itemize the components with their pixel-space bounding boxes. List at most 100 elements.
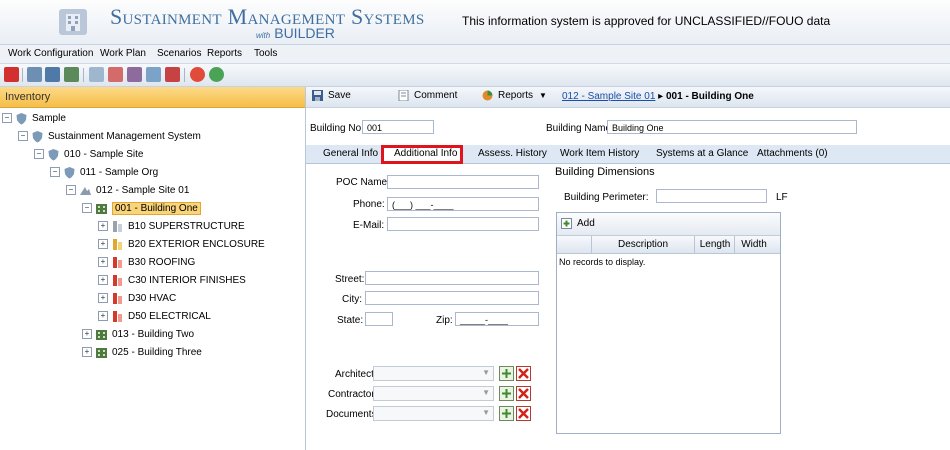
expand-icon[interactable]: + (98, 239, 108, 250)
building-no-field[interactable]: 001 (362, 120, 434, 134)
tree-node[interactable]: + B30 ROOFING (98, 254, 195, 272)
classification-banner: This information system is approved for … (462, 14, 831, 28)
building-add-icon[interactable] (27, 67, 42, 82)
tree-node[interactable]: + D50 ELECTRICAL (98, 308, 211, 326)
tab-systems-at-a-glance[interactable]: Systems at a Glance (656, 148, 748, 159)
menu-scenarios[interactable]: Scenarios (157, 48, 201, 59)
menu-reports[interactable]: Reports (207, 48, 242, 59)
expand-icon[interactable]: + (98, 257, 108, 268)
tree-node[interactable]: − 010 - Sample Site (34, 146, 144, 164)
tree-node-label: 012 - Sample Site 01 (96, 185, 190, 196)
breadcrumb-separator: ▸ (658, 91, 664, 102)
refresh-icon[interactable] (209, 67, 224, 82)
tab-general-info[interactable]: General Info (323, 148, 378, 159)
tree-node[interactable]: + B20 EXTERIOR ENCLOSURE (98, 236, 265, 254)
content-panel: Save Comment Reports ▼ 012 - Sample Site … (306, 87, 950, 450)
chart-icon[interactable] (64, 67, 79, 82)
tree-node[interactable]: + C30 INTERIOR FINISHES (98, 272, 246, 290)
collapse-icon[interactable]: − (34, 149, 44, 160)
tree-node[interactable]: + B10 SUPERSTRUCTURE (98, 218, 245, 236)
architect-label: Architect: (335, 369, 377, 380)
building-perimeter-field[interactable] (656, 189, 767, 203)
component-icon[interactable] (108, 67, 123, 82)
expand-icon[interactable]: + (98, 221, 108, 232)
add-dimension-label: Add (577, 218, 595, 229)
email-field[interactable] (387, 217, 539, 231)
column-width[interactable]: Width (734, 236, 773, 253)
toolbar-separator (22, 68, 23, 82)
tree-node[interactable]: − Sample (2, 110, 66, 128)
menu-tools[interactable]: Tools (254, 48, 277, 59)
add-icon[interactable] (499, 366, 514, 381)
delete-icon[interactable] (516, 406, 531, 421)
tree-node-label: 010 - Sample Site (64, 149, 144, 160)
delete-icon[interactable] (516, 386, 531, 401)
collapse-icon[interactable]: − (82, 203, 92, 214)
menu-work-plan[interactable]: Work Plan (100, 48, 146, 59)
email-label: E-Mail: (353, 220, 385, 231)
comment-icon (398, 90, 409, 101)
documents-select[interactable]: ▼ (373, 406, 494, 421)
add-dimension-button[interactable]: Add (561, 217, 595, 229)
expand-icon[interactable]: + (98, 293, 108, 304)
column-description[interactable]: Description (591, 236, 694, 253)
collapse-icon[interactable]: − (66, 185, 76, 196)
phone-field[interactable]: (___) ___-____ (387, 197, 539, 211)
tree-node[interactable]: − 011 - Sample Org (50, 164, 158, 182)
zip-field[interactable]: _____-____ (455, 312, 539, 326)
save-button[interactable]: Save (312, 90, 351, 101)
grid-toolbar: Add (557, 213, 780, 236)
inventory-panel: Inventory − Sample − Sustainment Managemen… (0, 87, 306, 450)
expand-icon[interactable]: + (98, 311, 108, 322)
expand-icon[interactable]: + (98, 275, 108, 286)
target-icon[interactable] (190, 67, 205, 82)
building-name-field[interactable]: Building One (607, 120, 857, 134)
tree-node-label: D50 ELECTRICAL (128, 311, 211, 322)
chevron-down-icon: ▼ (482, 368, 490, 377)
add-icon[interactable] (499, 406, 514, 421)
building-remove-icon[interactable] (45, 67, 60, 82)
architect-select[interactable]: ▼ (373, 366, 494, 381)
menu-work-configuration[interactable]: Work Configuration (8, 48, 93, 59)
collapse-icon[interactable]: − (2, 113, 12, 124)
delete-icon[interactable] (165, 67, 180, 82)
tree-node[interactable]: − Sustainment Management System (18, 128, 201, 146)
city-field[interactable] (365, 291, 539, 305)
tree-node-label: D30 HVAC (128, 293, 177, 304)
app-subtitle-with: with (256, 31, 271, 40)
contractor-select[interactable]: ▼ (373, 386, 494, 401)
street-field[interactable] (365, 271, 539, 285)
breadcrumb-link-site[interactable]: 012 - Sample Site 01 (562, 91, 655, 102)
tab-additional-info[interactable]: Additional Info (394, 148, 457, 159)
toolbar-separator (184, 68, 185, 82)
tree-node-label: 001 - Building One (112, 202, 201, 215)
tree-node[interactable]: + D30 HVAC (98, 290, 176, 308)
state-field[interactable] (365, 312, 393, 326)
contractor-label: Contractor: (328, 389, 378, 400)
copy-icon[interactable] (146, 67, 161, 82)
comment-button[interactable]: Comment (398, 90, 457, 101)
tree-node-selected[interactable]: − 001 - Building One (82, 200, 201, 218)
tree-node[interactable]: +025 - Building Three (82, 344, 202, 362)
grid-empty-message: No records to display. (559, 257, 646, 267)
collapse-icon[interactable]: − (50, 167, 60, 178)
expand-icon[interactable]: + (82, 329, 92, 340)
expand-icon[interactable]: + (82, 347, 92, 358)
reports-dropdown[interactable]: Reports ▼ (482, 90, 547, 101)
chevron-down-icon: ▼ (482, 388, 490, 397)
column-length[interactable]: Length (694, 236, 735, 253)
add-icon[interactable] (499, 386, 514, 401)
tab-work-item-history[interactable]: Work Item History (560, 148, 639, 159)
tree-node[interactable]: − 012 - Sample Site 01 (66, 182, 189, 200)
tab-assess-history[interactable]: Assess. History (478, 148, 547, 159)
content-toolbar: Save Comment Reports ▼ 012 - Sample Site … (306, 87, 950, 108)
tab-attachments[interactable]: Attachments (0) (757, 148, 828, 159)
section-icon[interactable] (127, 67, 142, 82)
tool-icon[interactable] (89, 67, 104, 82)
lock-icon[interactable] (4, 67, 19, 82)
delete-icon[interactable] (516, 366, 531, 381)
poc-name-field[interactable] (387, 175, 539, 189)
tree-node[interactable]: +013 - Building Two (82, 326, 194, 344)
collapse-icon[interactable]: − (18, 131, 28, 142)
tree-node-label: B10 SUPERSTRUCTURE (128, 221, 245, 232)
